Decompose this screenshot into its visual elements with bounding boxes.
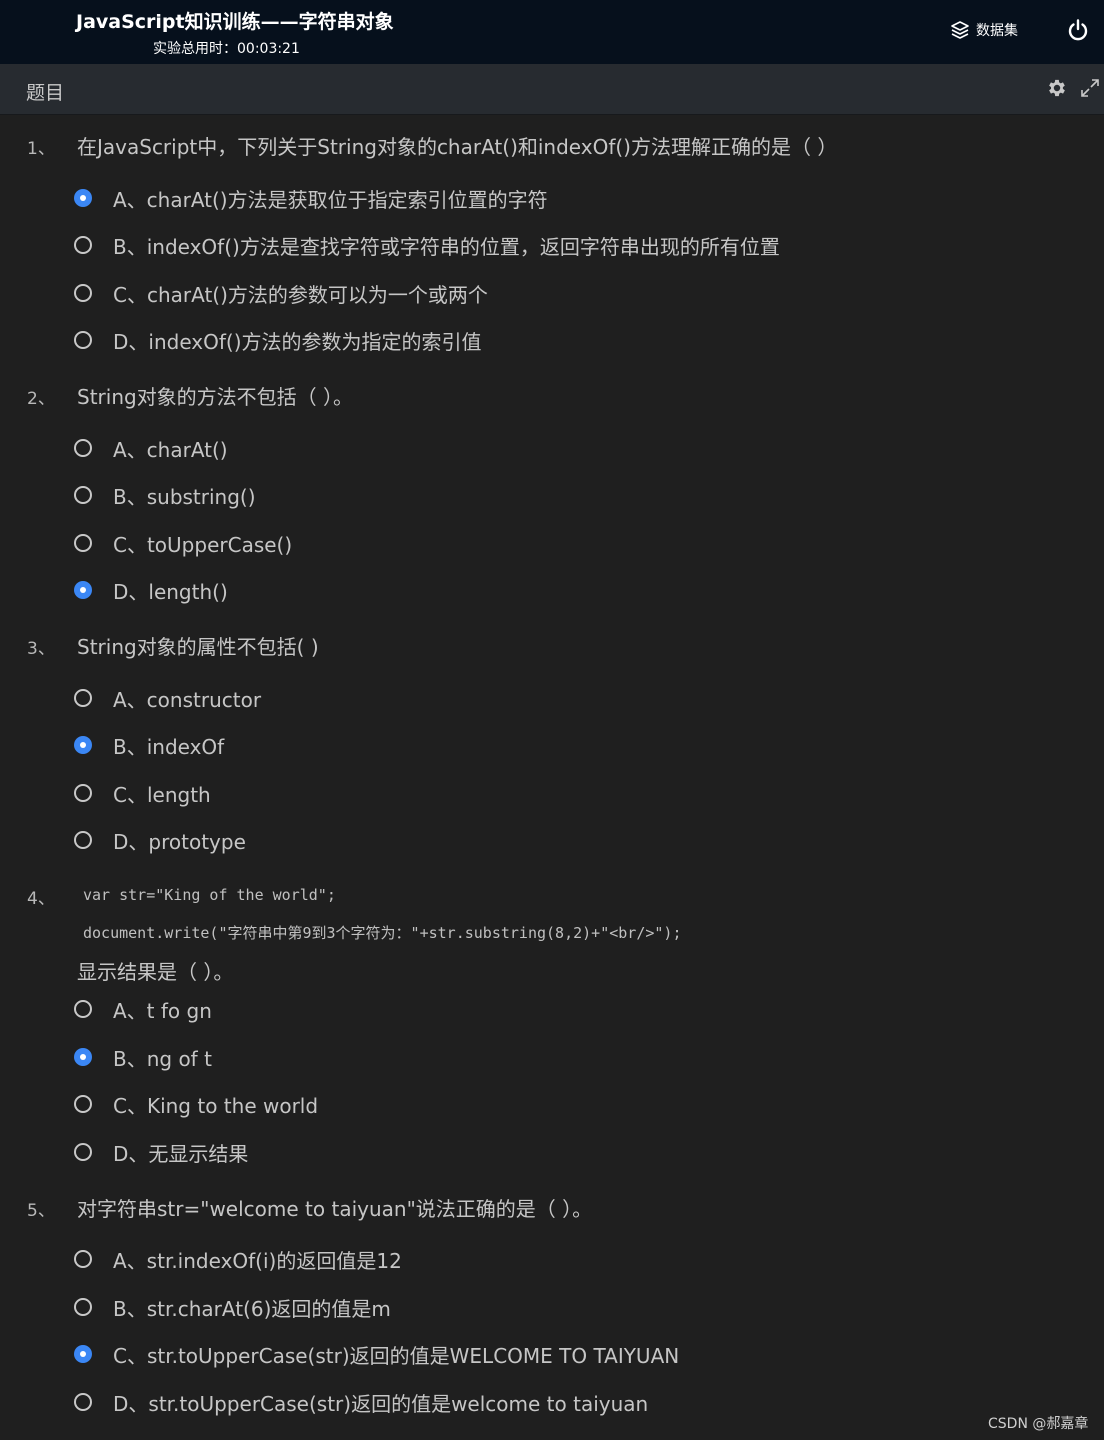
radio-button[interactable] bbox=[74, 689, 92, 707]
gear-icon bbox=[1049, 79, 1065, 97]
top-bar: JavaScript知识训练——字符串对象 实验总用时：00:03:21 数据集 bbox=[0, 0, 1104, 64]
option-label: B、indexOf bbox=[113, 734, 225, 759]
question-number: 2、 bbox=[27, 389, 55, 409]
option-q5-b[interactable]: B、str.charAt(6)返回的值是m bbox=[74, 1292, 391, 1322]
option-q2-b[interactable]: B、substring() bbox=[74, 480, 256, 510]
watermark: CSDN @郝嘉章 bbox=[988, 1416, 1089, 1432]
option-q2-c[interactable]: C、toUpperCase() bbox=[74, 528, 292, 558]
option-label: D、str.toUpperCase(str)返回的值是welcome to ta… bbox=[113, 1391, 649, 1416]
option-q3-c[interactable]: C、length bbox=[74, 778, 211, 808]
option-label: A、charAt()方法是获取位于指定索引位置的字符 bbox=[113, 187, 548, 212]
radio-button[interactable] bbox=[74, 831, 92, 849]
radio-button[interactable] bbox=[74, 1250, 92, 1268]
option-q1-b[interactable]: B、indexOf()方法是查找字符或字符串的位置，返回字符串出现的所有位置 bbox=[74, 230, 780, 260]
option-label: B、str.charAt(6)返回的值是m bbox=[113, 1296, 391, 1321]
layers-icon bbox=[951, 21, 969, 39]
option-label: D、indexOf()方法的参数为指定的索引值 bbox=[113, 329, 482, 354]
option-q3-d[interactable]: D、prototype bbox=[74, 825, 246, 855]
code-line: document.write("字符串中第9到3个字符为："+str.subst… bbox=[83, 924, 682, 942]
option-q5-c[interactable]: C、str.toUpperCase(str)返回的值是WELCOME TO TA… bbox=[74, 1339, 679, 1369]
code-line: var str="King of the world"; bbox=[83, 886, 336, 904]
option-label: C、King to the world bbox=[113, 1093, 319, 1118]
power-button[interactable] bbox=[1066, 18, 1090, 42]
radio-button[interactable] bbox=[74, 534, 92, 552]
radio-button[interactable] bbox=[74, 284, 92, 302]
app-title: JavaScript知识训练——字符串对象 bbox=[76, 11, 394, 33]
settings-button[interactable] bbox=[1046, 77, 1068, 99]
option-label: D、prototype bbox=[113, 829, 246, 854]
option-label: B、substring() bbox=[113, 484, 256, 509]
option-q1-a[interactable]: A、charAt()方法是获取位于指定索引位置的字符 bbox=[74, 183, 548, 213]
option-q1-c[interactable]: C、charAt()方法的参数可以为一个或两个 bbox=[74, 278, 488, 308]
radio-button[interactable] bbox=[74, 1345, 92, 1363]
radio-button[interactable] bbox=[74, 1298, 92, 1316]
radio-button[interactable] bbox=[74, 784, 92, 802]
radio-button[interactable] bbox=[74, 486, 92, 504]
option-label: A、str.indexOf(i)的返回值是12 bbox=[113, 1248, 402, 1273]
question-number: 1、 bbox=[27, 139, 55, 159]
option-q4-a[interactable]: A、t fo gn bbox=[74, 994, 212, 1024]
dataset-label: 数据集 bbox=[976, 23, 1018, 39]
question-text: 在JavaScript中，下列关于String对象的charAt()和index… bbox=[77, 135, 838, 159]
question-text: 对字符串str="welcome to taiyuan"说法正确的是（ ）。 bbox=[77, 1197, 593, 1221]
option-label: B、ng of t bbox=[113, 1046, 212, 1071]
option-q4-c[interactable]: C、King to the world bbox=[74, 1089, 318, 1119]
radio-button[interactable] bbox=[74, 1000, 92, 1018]
option-q3-a[interactable]: A、constructor bbox=[74, 683, 261, 713]
question-number: 3、 bbox=[27, 639, 55, 659]
option-q5-a[interactable]: A、str.indexOf(i)的返回值是12 bbox=[74, 1244, 402, 1274]
question-number: 4、 bbox=[27, 889, 55, 909]
radio-button[interactable] bbox=[74, 736, 92, 754]
option-label: D、length() bbox=[113, 579, 228, 604]
option-q5-d[interactable]: D、str.toUpperCase(str)返回的值是welcome to ta… bbox=[74, 1387, 648, 1417]
expand-button[interactable] bbox=[1080, 78, 1100, 98]
question-text: String对象的方法不包括（ ）。 bbox=[77, 385, 354, 409]
option-q4-d[interactable]: D、无显示结果 bbox=[74, 1137, 248, 1167]
option-label: A、t fo gn bbox=[113, 998, 212, 1023]
panel-title: 题目 bbox=[26, 82, 65, 104]
question-number: 5、 bbox=[27, 1201, 55, 1221]
radio-button[interactable] bbox=[74, 581, 92, 599]
option-label: C、toUpperCase() bbox=[113, 532, 293, 557]
expand-icon bbox=[1081, 79, 1099, 97]
power-icon bbox=[1068, 19, 1088, 41]
option-q2-d[interactable]: D、length() bbox=[74, 575, 228, 605]
radio-button[interactable] bbox=[74, 1393, 92, 1411]
option-label: C、charAt()方法的参数可以为一个或两个 bbox=[113, 282, 488, 307]
option-label: C、length bbox=[113, 782, 211, 807]
option-label: D、无显示结果 bbox=[113, 1141, 249, 1166]
radio-button[interactable] bbox=[74, 1048, 92, 1066]
radio-button[interactable] bbox=[74, 189, 92, 207]
option-label: B、indexOf()方法是查找字符或字符串的位置，返回字符串出现的所有位置 bbox=[113, 234, 780, 259]
option-q4-b[interactable]: B、ng of t bbox=[74, 1042, 212, 1072]
option-q2-a[interactable]: A、charAt() bbox=[74, 433, 228, 463]
option-label: A、constructor bbox=[113, 687, 262, 712]
option-q1-d[interactable]: D、indexOf()方法的参数为指定的索引值 bbox=[74, 325, 482, 355]
panel-header: 题目 bbox=[0, 64, 1104, 115]
dataset-button[interactable]: 数据集 bbox=[950, 18, 1018, 42]
radio-button[interactable] bbox=[74, 1143, 92, 1161]
option-label: A、charAt() bbox=[113, 437, 228, 462]
radio-button[interactable] bbox=[74, 236, 92, 254]
radio-button[interactable] bbox=[74, 1095, 92, 1113]
option-q3-b[interactable]: B、indexOf bbox=[74, 730, 224, 760]
elapsed-timer: 实验总用时：00:03:21 bbox=[153, 41, 300, 57]
question-text: String对象的属性不包括( ) bbox=[77, 635, 319, 659]
question-text: 显示结果是（ ）。 bbox=[77, 960, 234, 984]
radio-button[interactable] bbox=[74, 331, 92, 349]
option-label: C、str.toUpperCase(str)返回的值是WELCOME TO TA… bbox=[113, 1343, 680, 1368]
radio-button[interactable] bbox=[74, 439, 92, 457]
